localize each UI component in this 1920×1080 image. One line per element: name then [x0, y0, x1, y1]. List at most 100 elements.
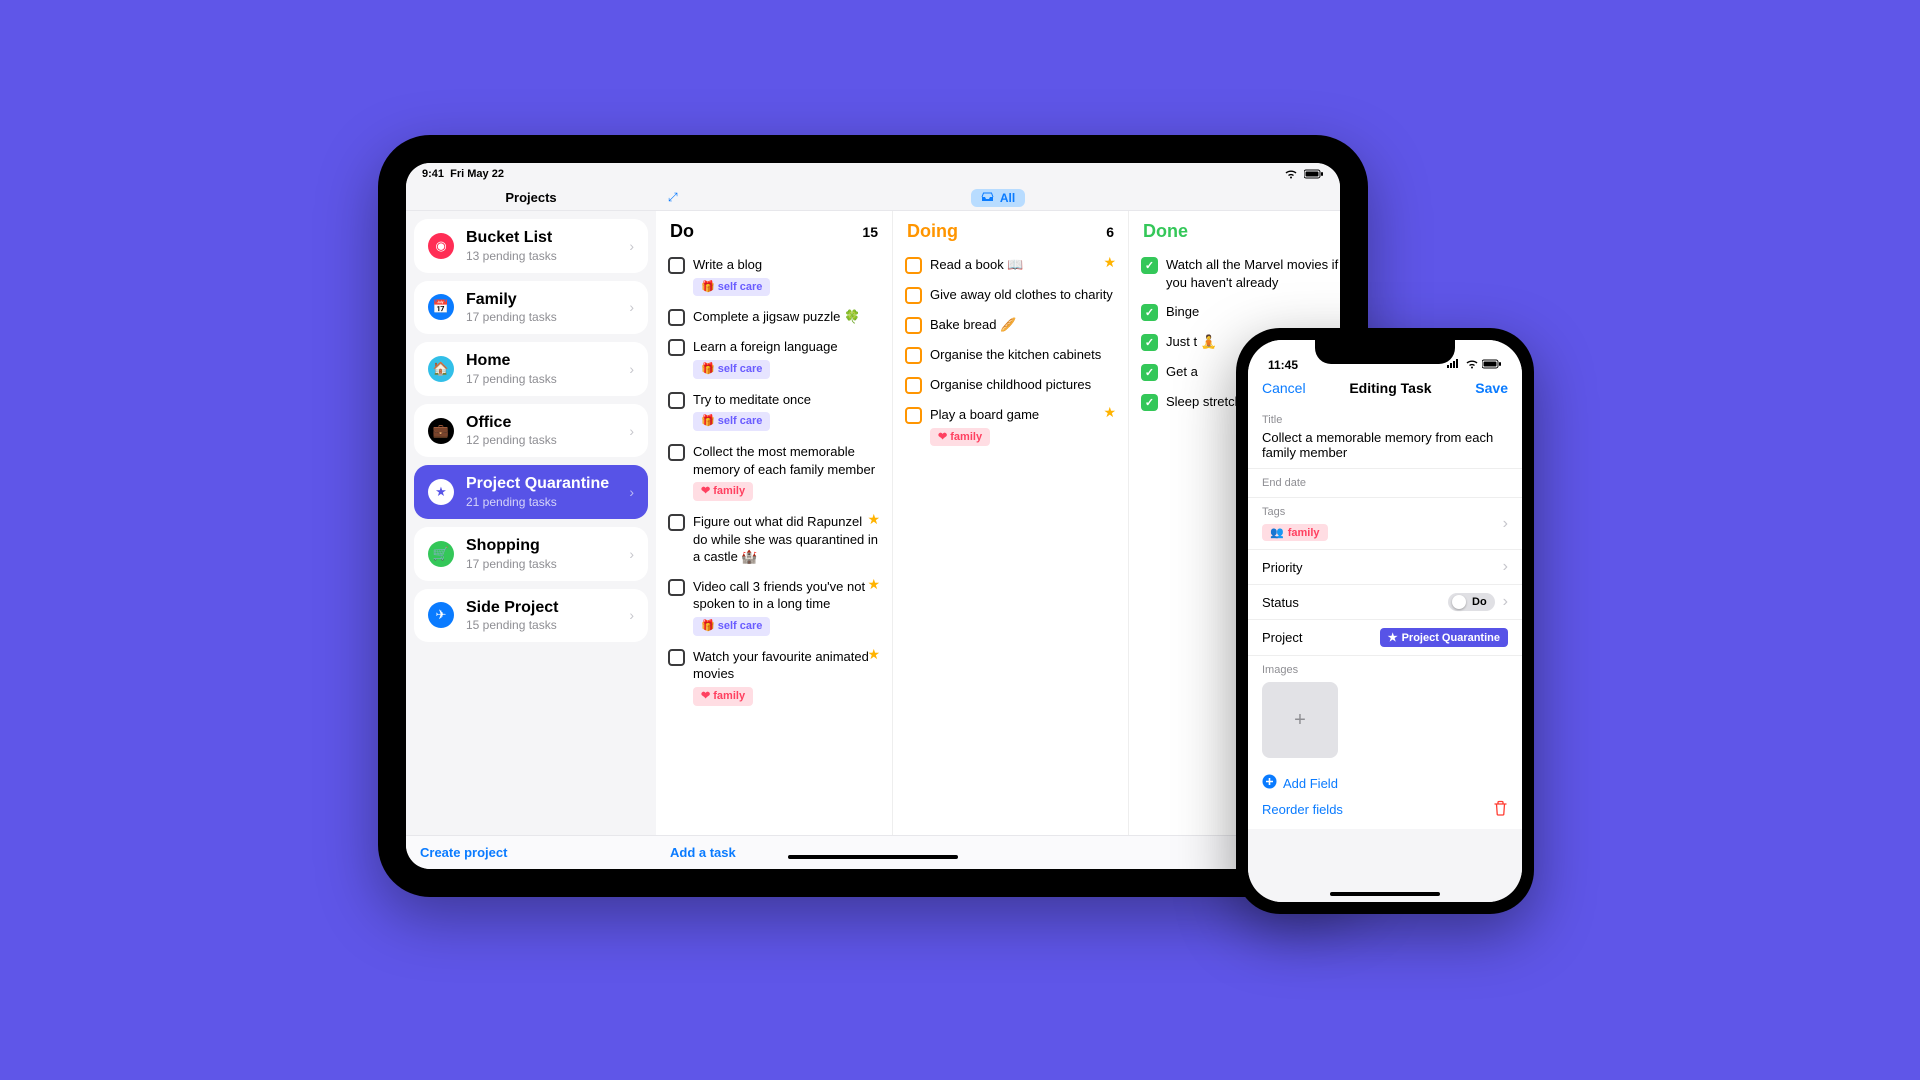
task-checkbox[interactable] — [905, 317, 922, 334]
add-field-button[interactable]: Add Field — [1262, 774, 1508, 792]
field-title[interactable]: Title Collect a memorable memory from ea… — [1248, 406, 1522, 469]
task-row[interactable]: Give away old clothes to charity — [903, 282, 1118, 312]
create-project-button[interactable]: Create project — [406, 845, 656, 860]
task-checkbox[interactable] — [668, 649, 685, 666]
status-toggle[interactable]: Do — [1448, 593, 1495, 611]
chevron-right-icon: › — [1503, 593, 1508, 611]
project-card[interactable]: ◉Bucket List13 pending tasks› — [414, 219, 648, 273]
task-row[interactable]: Complete a jigsaw puzzle 🍀 — [666, 304, 882, 334]
task-checkbox[interactable] — [905, 347, 922, 364]
star-icon: ★ — [1103, 404, 1116, 421]
field-tags[interactable]: Tags 👥 family › — [1248, 498, 1522, 550]
field-label: End date — [1262, 477, 1508, 489]
project-subtitle: 15 pending tasks — [466, 618, 617, 632]
task-row[interactable]: Figure out what did Rapunzel do while sh… — [666, 509, 882, 574]
project-card[interactable]: 💼Office12 pending tasks› — [414, 404, 648, 458]
project-icon: 🛒 — [428, 541, 454, 567]
task-checkbox[interactable]: ✓ — [1141, 334, 1158, 351]
project-subtitle: 17 pending tasks — [466, 372, 617, 386]
task-row[interactable]: ✓Binge — [1139, 299, 1340, 329]
column-count: 15 — [862, 224, 878, 240]
task-text: Organise childhood pictures — [930, 376, 1116, 394]
expand-icon[interactable]: ⤢ — [668, 190, 678, 205]
add-task-button[interactable]: Add a task — [656, 845, 736, 860]
task-text: Collect the most memorable memory of eac… — [693, 443, 880, 501]
task-text: Bake bread 🥖 — [930, 316, 1116, 334]
field-priority[interactable]: Priority › — [1248, 550, 1522, 585]
filter-pill[interactable]: All — [971, 189, 1025, 207]
project-card[interactable]: ★Project Quarantine21 pending tasks› — [414, 465, 648, 519]
project-value: Project Quarantine — [1402, 632, 1500, 644]
ipad-device: 9:41 Fri May 22 Projects ⤢ — [378, 135, 1368, 897]
project-icon: ◉ — [428, 233, 454, 259]
task-row[interactable]: Watch your favourite animated movies❤ fa… — [666, 644, 882, 714]
task-text: Read a book 📖 — [930, 256, 1116, 274]
task-text: Play a board game❤ family — [930, 406, 1116, 446]
tag-family: 👥 family — [1262, 524, 1328, 541]
task-checkbox[interactable] — [905, 377, 922, 394]
chevron-right-icon: › — [629, 299, 634, 315]
task-row[interactable]: ✓Watch all the Marvel movies if you have… — [1139, 252, 1340, 299]
save-button[interactable]: Save — [1475, 380, 1508, 396]
iphone-navbar: Cancel Editing Task Save — [1248, 374, 1522, 406]
trash-icon[interactable] — [1493, 800, 1508, 819]
status-value: Do — [1472, 596, 1487, 608]
cancel-button[interactable]: Cancel — [1262, 380, 1306, 396]
chevron-right-icon: › — [629, 361, 634, 377]
home-indicator — [788, 855, 958, 859]
task-row[interactable]: Video call 3 friends you've not spoken t… — [666, 574, 882, 644]
reorder-fields-button[interactable]: Reorder fields — [1262, 802, 1343, 817]
field-project[interactable]: Project ★ Project Quarantine — [1248, 620, 1522, 656]
add-field-label: Add Field — [1283, 776, 1338, 791]
header-title: Projects — [406, 190, 656, 205]
task-checkbox[interactable] — [905, 407, 922, 424]
chevron-right-icon: › — [629, 607, 634, 623]
project-card[interactable]: 📅Family17 pending tasks› — [414, 281, 648, 335]
task-tag: ❤ family — [693, 687, 753, 706]
task-row[interactable]: Learn a foreign language🎁 self care — [666, 334, 882, 386]
project-icon: 💼 — [428, 418, 454, 444]
task-row[interactable]: Collect the most memorable memory of eac… — [666, 439, 882, 509]
task-checkbox[interactable]: ✓ — [1141, 257, 1158, 274]
notch — [1315, 340, 1455, 364]
status-time: 9:41 — [422, 168, 444, 180]
project-name: Family — [466, 291, 617, 309]
task-checkbox[interactable] — [905, 287, 922, 304]
home-indicator — [1330, 892, 1440, 896]
chevron-right-icon: › — [629, 423, 634, 439]
project-card[interactable]: 🛒Shopping17 pending tasks› — [414, 527, 648, 581]
status-icons — [1447, 358, 1502, 372]
project-card[interactable]: 🏠Home17 pending tasks› — [414, 342, 648, 396]
task-row[interactable]: Organise childhood pictures — [903, 372, 1118, 402]
task-checkbox[interactable] — [668, 514, 685, 531]
field-enddate[interactable]: End date — [1248, 469, 1522, 498]
task-checkbox[interactable]: ✓ — [1141, 394, 1158, 411]
column-title: Doing — [907, 221, 958, 242]
task-checkbox[interactable] — [668, 392, 685, 409]
task-row[interactable]: Write a blog🎁 self care — [666, 252, 882, 304]
iphone-device: 11:45 Cancel Editing Task Save Title Col… — [1236, 328, 1534, 914]
task-checkbox[interactable] — [668, 309, 685, 326]
task-checkbox[interactable] — [668, 339, 685, 356]
task-checkbox[interactable] — [668, 579, 685, 596]
task-row[interactable]: Try to meditate once🎁 self care — [666, 387, 882, 439]
task-checkbox[interactable]: ✓ — [1141, 364, 1158, 381]
filter-label: All — [1000, 191, 1015, 205]
field-status[interactable]: Status Do › — [1248, 585, 1522, 620]
project-card[interactable]: ✈Side Project15 pending tasks› — [414, 589, 648, 643]
task-checkbox[interactable]: ✓ — [1141, 304, 1158, 321]
task-row[interactable]: Read a book 📖★ — [903, 252, 1118, 282]
task-tag: 🎁 self care — [693, 278, 770, 297]
toggle-knob — [1452, 595, 1466, 609]
project-sidebar: ◉Bucket List13 pending tasks› 📅Family17 p… — [406, 211, 656, 835]
task-checkbox[interactable] — [668, 444, 685, 461]
project-subtitle: 17 pending tasks — [466, 557, 617, 571]
task-text: Complete a jigsaw puzzle 🍀 — [693, 308, 880, 326]
task-text: Watch your favourite animated movies❤ fa… — [693, 648, 880, 706]
task-row[interactable]: Play a board game❤ family★ — [903, 402, 1118, 454]
add-image-button[interactable]: + — [1262, 682, 1338, 758]
task-checkbox[interactable] — [905, 257, 922, 274]
task-checkbox[interactable] — [668, 257, 685, 274]
task-row[interactable]: Bake bread 🥖 — [903, 312, 1118, 342]
task-row[interactable]: Organise the kitchen cabinets — [903, 342, 1118, 372]
